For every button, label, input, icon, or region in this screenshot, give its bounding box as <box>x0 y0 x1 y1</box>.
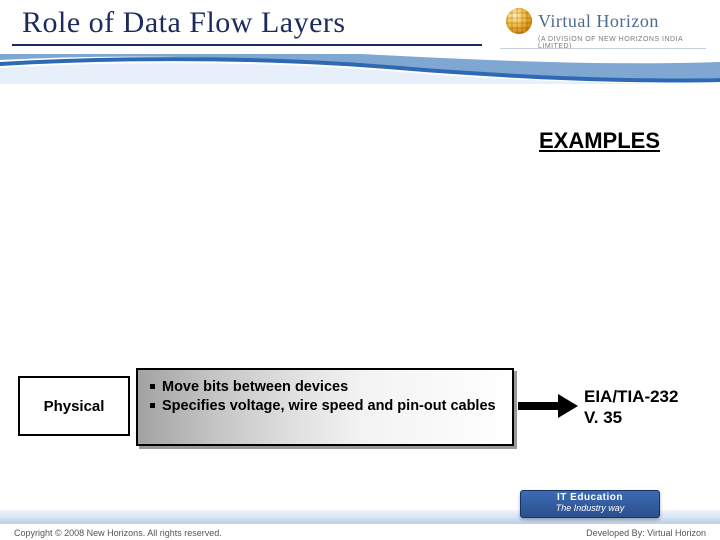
brand-name: Virtual Horizon <box>538 11 659 32</box>
copyright-text: Copyright © 2008 New Horizons. All right… <box>14 528 222 538</box>
arrow <box>518 368 580 446</box>
layer-row: Physical Move bits between devices Speci… <box>18 368 702 446</box>
slide-title: Role of Data Flow Layers <box>22 6 346 40</box>
brand-rule <box>500 48 706 49</box>
example-line-1: EIA/TIA-232 <box>584 386 714 407</box>
pill-line2: The Industry way <box>521 503 659 513</box>
layer-name: Physical <box>44 398 105 415</box>
globe-icon <box>506 8 532 34</box>
title-underline <box>12 44 482 46</box>
header: Role of Data Flow Layers Virtual Horizon… <box>0 0 720 70</box>
arrow-shaft <box>518 402 560 410</box>
footer-pill: IT Education The Industry way <box>520 490 660 518</box>
example-text: EIA/TIA-232 V. 35 <box>584 386 714 429</box>
footer: IT Education The Industry way Copyright … <box>0 492 720 540</box>
example-line-2: V. 35 <box>584 407 714 428</box>
layer-name-box: Physical <box>18 376 130 436</box>
examples-heading: EXAMPLES <box>539 128 660 154</box>
brand-logo: Virtual Horizon (A DIVISION OF NEW HORIZ… <box>506 8 706 50</box>
slide: Role of Data Flow Layers Virtual Horizon… <box>0 0 720 540</box>
arrow-head-icon <box>558 394 578 418</box>
pill-line1: IT Education <box>521 492 659 503</box>
bullet-1: Move bits between devices <box>146 378 500 397</box>
bullet-2: Specifies voltage, wire speed and pin-ou… <box>146 397 500 416</box>
layer-description-box: Move bits between devices Specifies volt… <box>136 368 514 446</box>
developed-by-text: Developed By: Virtual Horizon <box>586 528 706 538</box>
